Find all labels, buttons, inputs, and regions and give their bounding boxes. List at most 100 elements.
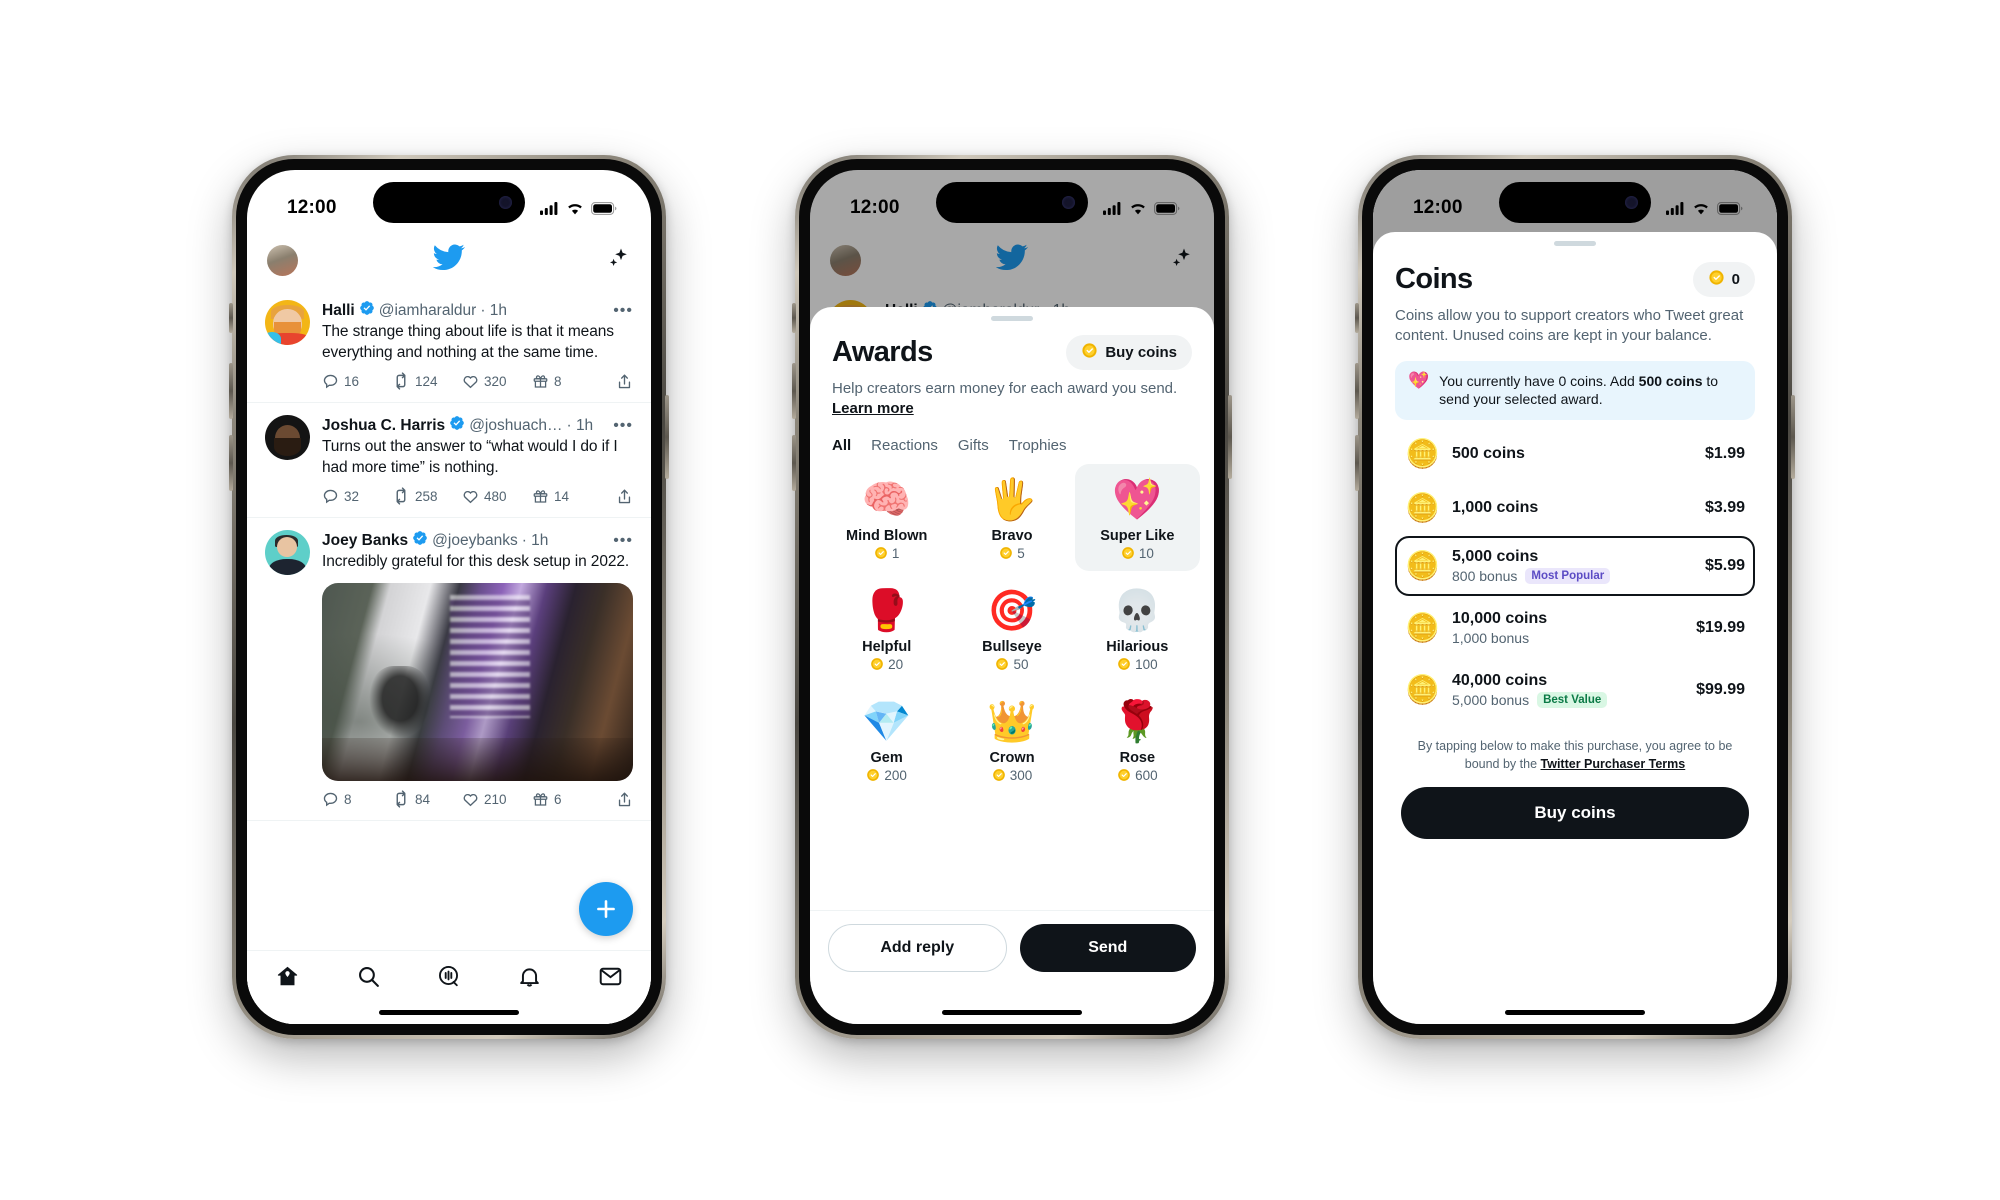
- award-item[interactable]: 🌹 Rose 600: [1075, 686, 1200, 793]
- spaces-icon[interactable]: [436, 964, 461, 994]
- add-reply-button[interactable]: Add reply: [828, 924, 1007, 972]
- tab-all[interactable]: All: [832, 437, 851, 454]
- sparkle-icon[interactable]: [607, 246, 631, 275]
- retweet-action[interactable]: 124: [392, 372, 462, 390]
- award-name: Helpful: [862, 638, 912, 655]
- volume-down-button[interactable]: [792, 435, 796, 491]
- power-button[interactable]: [1791, 395, 1795, 479]
- twitter-purchaser-terms-link[interactable]: Twitter Purchaser Terms: [1541, 757, 1686, 771]
- coin-icon: [1081, 342, 1098, 363]
- award-item[interactable]: 🧠 Mind Blown 1: [824, 464, 949, 571]
- avatar[interactable]: [267, 244, 298, 276]
- tweet-time: · 1h: [480, 301, 508, 319]
- phone-device-awards: 12:00 Awards Buy coins Help creators ear…: [792, 155, 1232, 1039]
- twitter-bird-logo: [432, 244, 466, 276]
- award-item[interactable]: 💀 Hilarious 100: [1075, 575, 1200, 682]
- messages-icon[interactable]: [598, 964, 623, 994]
- reply-count: 16: [344, 373, 360, 389]
- phone-bezel: 12:00: [236, 159, 662, 1035]
- tweet-item[interactable]: Joey Banks @joeybanks · 1h ••• Incredibl…: [247, 518, 651, 822]
- mute-switch[interactable]: [792, 303, 796, 333]
- award-item[interactable]: 👑 Crown 300: [949, 686, 1074, 793]
- award-cost: 50: [995, 657, 1029, 672]
- home-icon[interactable]: [275, 964, 300, 994]
- buy-coins-button[interactable]: Buy coins: [1401, 787, 1749, 840]
- award-item-selected[interactable]: 💖 Super Like 10: [1074, 463, 1200, 571]
- coin-package-row[interactable]: 🪙 500 coins $1.99: [1395, 428, 1755, 480]
- tweet-more-icon[interactable]: •••: [607, 532, 633, 548]
- award-gift-action[interactable]: 8: [532, 373, 602, 390]
- coin-package-list[interactable]: 🪙 500 coins $1.99 🪙 1,000 coins $3.99 🪙 …: [1395, 426, 1755, 722]
- award-gift-action[interactable]: 6: [532, 791, 602, 808]
- volume-down-button[interactable]: [229, 435, 233, 491]
- power-button[interactable]: [665, 395, 669, 479]
- search-icon[interactable]: [356, 964, 381, 994]
- tweet-more-icon[interactable]: •••: [607, 302, 633, 318]
- tweet-author-name: Joshua C. Harris: [322, 416, 446, 434]
- award-item[interactable]: 🥊 Helpful 20: [824, 575, 949, 682]
- coin-icon: [992, 769, 1005, 781]
- volume-up-button[interactable]: [1355, 363, 1359, 419]
- learn-more-link[interactable]: Learn more: [832, 400, 914, 417]
- coin-package-row[interactable]: 🪙 1,000 coins $3.99: [1395, 482, 1755, 534]
- award-item[interactable]: 🎯 Bullseye 50: [949, 575, 1074, 682]
- status-icons: [1666, 201, 1743, 215]
- share-icon[interactable]: [616, 791, 633, 808]
- coin-icon: [1000, 547, 1013, 559]
- tweet-time: · 1h: [521, 531, 549, 549]
- volume-up-button[interactable]: [792, 363, 796, 419]
- home-indicator: [379, 1010, 519, 1015]
- reply-action[interactable]: 16: [322, 373, 392, 390]
- buy-coins-button[interactable]: Buy coins: [1066, 335, 1192, 370]
- award-count: 14: [554, 488, 570, 504]
- like-action[interactable]: 320: [462, 373, 532, 390]
- tab-reactions[interactable]: Reactions: [871, 437, 938, 454]
- coin-package-amount: 1,000 coins: [1452, 499, 1539, 517]
- share-icon[interactable]: [616, 373, 633, 390]
- avatar[interactable]: [265, 300, 310, 345]
- reply-count: 32: [344, 488, 360, 504]
- wifi-icon: [1131, 203, 1145, 214]
- tweet-more-icon[interactable]: •••: [607, 417, 633, 433]
- tweet-media-image[interactable]: [322, 583, 633, 782]
- awards-grid[interactable]: 🧠 Mind Blown 1 🖐️ Bravo 5 💖 Super Like 1…: [810, 454, 1214, 911]
- volume-down-button[interactable]: [1355, 435, 1359, 491]
- share-icon[interactable]: [616, 488, 633, 505]
- award-item[interactable]: 🖐️ Bravo 5: [949, 464, 1074, 571]
- awards-category-tabs[interactable]: All Reactions Gifts Trophies: [832, 437, 1192, 454]
- status-icons: [1103, 201, 1180, 215]
- avatar[interactable]: [265, 415, 310, 461]
- phone-bezel: 12:00: [1362, 159, 1788, 1035]
- coins-notice-bold: 500 coins: [1638, 372, 1703, 389]
- volume-up-button[interactable]: [229, 363, 233, 419]
- compose-tweet-button[interactable]: [579, 882, 633, 936]
- award-name: Hilarious: [1106, 638, 1169, 655]
- cellular-signal-icon: [540, 201, 558, 215]
- mute-switch[interactable]: [229, 303, 233, 333]
- like-action[interactable]: 210: [462, 791, 532, 808]
- power-button[interactable]: [1228, 395, 1232, 479]
- coin-package-row-selected[interactable]: 🪙 5,000 coins 800 bonus Most Popular $5.…: [1395, 536, 1755, 597]
- mute-switch[interactable]: [1355, 303, 1359, 333]
- coin-package-price: $19.99: [1696, 619, 1745, 637]
- retweet-action[interactable]: 258: [392, 487, 462, 506]
- dynamic-island: [936, 182, 1088, 223]
- avatar[interactable]: [265, 530, 310, 576]
- like-action[interactable]: 480: [462, 488, 532, 505]
- tweet-item[interactable]: Halli @iamharaldur · 1h ••• The strange …: [247, 288, 651, 404]
- retweet-action[interactable]: 84: [392, 790, 462, 808]
- reply-action[interactable]: 8: [322, 791, 392, 808]
- send-button[interactable]: Send: [1019, 924, 1196, 972]
- award-gift-action[interactable]: 14: [532, 488, 602, 505]
- notifications-icon[interactable]: [517, 964, 542, 994]
- award-cost-value: 20: [888, 656, 904, 672]
- award-item[interactable]: 💎 Gem 200: [824, 686, 949, 793]
- tab-gifts[interactable]: Gifts: [958, 437, 989, 454]
- tab-trophies[interactable]: Trophies: [1009, 437, 1067, 454]
- coin-package-row[interactable]: 🪙 10,000 coins 1,000 bonus $19.99: [1395, 598, 1755, 658]
- tweet-item[interactable]: Joshua C. Harris @joshuach… · 1h ••• Tur…: [247, 403, 651, 519]
- retweet-count: 84: [415, 791, 431, 807]
- coin-package-row[interactable]: 🪙 40,000 coins 5,000 bonus Best Value $9…: [1395, 660, 1755, 720]
- reply-action[interactable]: 32: [322, 488, 392, 505]
- award-cost: 5: [999, 546, 1025, 561]
